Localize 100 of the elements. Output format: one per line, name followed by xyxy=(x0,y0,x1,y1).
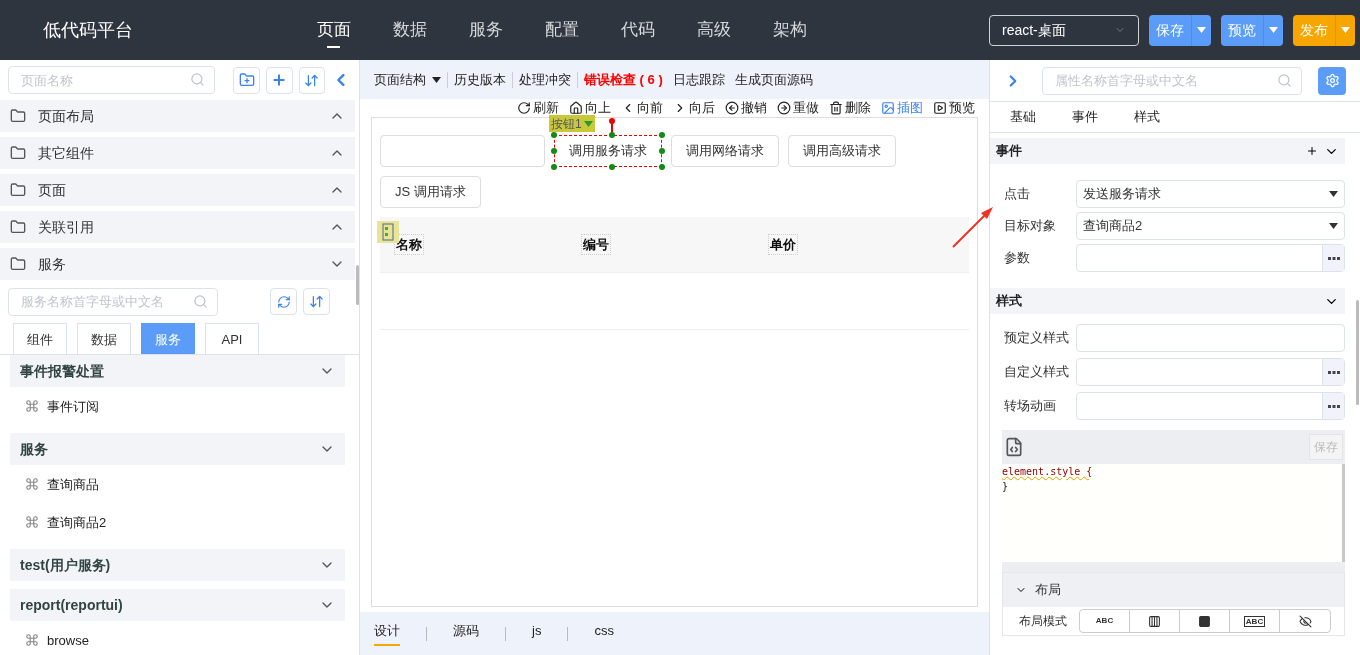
layout-option[interactable]: ABC xyxy=(1230,610,1280,632)
folder-row[interactable]: 页面布局 xyxy=(0,100,355,132)
add-folder-button[interactable] xyxy=(233,66,260,94)
component-badge[interactable]: 按钮1 xyxy=(549,115,595,132)
tool-button[interactable]: 向前 xyxy=(621,98,663,118)
settings-icon xyxy=(1324,73,1340,88)
panel-tab[interactable]: 数据 xyxy=(77,323,131,355)
ellipsis-icon xyxy=(1327,256,1340,260)
field-label: 自定义样式 xyxy=(1003,363,1070,382)
panel-tab[interactable]: 组件 xyxy=(13,323,67,355)
group-header[interactable]: test(用户服务) xyxy=(10,549,345,582)
group-title: report(reportui) xyxy=(20,595,124,615)
folder-row[interactable]: 服务 xyxy=(0,248,355,280)
editor-tab[interactable]: 设计 xyxy=(374,621,400,646)
nav-tab[interactable]: 高级 xyxy=(688,0,739,60)
resize-handle[interactable] xyxy=(659,132,665,138)
menu-item[interactable]: 日志跟踪 xyxy=(672,69,725,90)
tool-button[interactable]: 删除 xyxy=(829,98,871,118)
nav-tab[interactable]: 页面 xyxy=(308,0,359,60)
resize-handle[interactable] xyxy=(609,132,615,138)
folder-icon xyxy=(10,108,26,124)
property-tab[interactable]: 事件 xyxy=(1072,107,1098,127)
group-header[interactable]: report(reportui) xyxy=(10,589,345,622)
folder-plus-icon xyxy=(238,72,255,88)
select-field[interactable]: 查询商品2 xyxy=(1076,212,1345,240)
column-header: 单价 xyxy=(768,233,798,256)
service-item[interactable]: 查询商品 xyxy=(10,465,345,504)
sort-button[interactable] xyxy=(298,66,326,94)
layout-option[interactable]: ABC xyxy=(1080,610,1130,632)
platform-select[interactable]: react-桌面 xyxy=(989,14,1139,46)
add-button[interactable] xyxy=(265,66,293,94)
sort-icon xyxy=(309,294,324,310)
resize-handle[interactable] xyxy=(551,164,557,170)
text-input[interactable] xyxy=(380,135,545,167)
resize-handle[interactable] xyxy=(659,148,665,154)
menu-item[interactable]: 历史版本 xyxy=(454,69,506,90)
resize-handle[interactable] xyxy=(659,164,665,170)
service-item[interactable]: 事件订阅 xyxy=(10,387,345,426)
nav-tab[interactable]: 服务 xyxy=(460,0,511,60)
service-item[interactable]: browse xyxy=(10,621,345,655)
nav-tab[interactable]: 数据 xyxy=(384,0,435,60)
panel-tab[interactable]: API xyxy=(205,323,259,355)
tool-button[interactable]: 插图 xyxy=(881,98,923,118)
property-tab[interactable]: 基础 xyxy=(1010,107,1036,127)
scrollbar-thumb xyxy=(356,265,359,305)
nav-tab[interactable]: 代码 xyxy=(612,0,663,60)
group-title: test(用户服务) xyxy=(20,555,112,575)
tool-button[interactable]: 向后 xyxy=(673,98,715,118)
section-header[interactable]: 事件 xyxy=(990,138,1345,164)
menu-item[interactable]: 错误检查 ( 6 ) xyxy=(584,69,663,90)
group-header[interactable]: 服务 xyxy=(10,433,345,466)
property-tab[interactable]: 样式 xyxy=(1134,107,1160,127)
search-field[interactable]: 服务名称首字母或中文名 xyxy=(8,287,218,316)
folder-row[interactable]: 页面 xyxy=(0,174,355,206)
plus-icon xyxy=(1306,145,1318,157)
select-value: 查询商品2 xyxy=(1083,217,1144,236)
picker-field[interactable] xyxy=(1076,392,1345,420)
menu-item[interactable]: 页面结构 xyxy=(374,69,441,90)
menu-item[interactable]: 生成页面源码 xyxy=(734,69,813,90)
rotate-handle[interactable] xyxy=(609,118,615,134)
settings-button[interactable] xyxy=(1318,66,1346,95)
columns-icon xyxy=(1148,614,1161,628)
editor-tab[interactable]: 源码 xyxy=(453,621,479,646)
tool-button[interactable]: 撤销 xyxy=(725,98,767,118)
group-header[interactable]: 事件报警处置 xyxy=(10,355,345,388)
picker-field[interactable] xyxy=(1076,358,1345,386)
resize-handle[interactable] xyxy=(551,148,557,154)
tool-button[interactable]: 向上 xyxy=(569,98,611,118)
menu-item[interactable]: 处理冲突 xyxy=(519,69,571,90)
section-header[interactable]: 样式 xyxy=(990,288,1345,314)
caret-icon xyxy=(1197,27,1206,33)
group-title: 服务 xyxy=(20,439,49,459)
ellipsis-icon xyxy=(1327,404,1340,408)
eye-off-icon xyxy=(1298,614,1312,628)
resize-handle[interactable] xyxy=(609,164,615,170)
folder-row[interactable]: 关联引用 xyxy=(0,211,355,243)
resize-handle[interactable] xyxy=(551,132,557,138)
refresh-icon xyxy=(276,294,291,309)
nav-tab[interactable]: 配置 xyxy=(536,0,587,60)
search-field[interactable]: 页面名称 xyxy=(8,66,216,94)
request-button[interactable]: 调用高级请求 xyxy=(788,135,896,167)
editor-tab[interactable]: css xyxy=(594,621,614,646)
tool-button[interactable]: 刷新 xyxy=(517,98,559,118)
refresh-button[interactable] xyxy=(270,288,297,316)
editor-tab[interactable]: js xyxy=(532,621,542,646)
field-label: 目标对象 xyxy=(1003,217,1057,236)
request-button[interactable]: JS 调用请求 xyxy=(380,176,481,208)
tool-button[interactable]: 预览 xyxy=(933,98,975,118)
text-field[interactable] xyxy=(1076,324,1345,352)
picker-field[interactable] xyxy=(1076,244,1345,272)
request-button[interactable]: 调用网络请求 xyxy=(671,135,779,167)
select-field[interactable]: 发送服务请求 xyxy=(1076,180,1345,208)
sort-button[interactable] xyxy=(303,288,330,316)
caret-icon xyxy=(1329,223,1338,229)
service-item[interactable]: 查询商品2 xyxy=(10,503,345,542)
house-icon xyxy=(569,101,583,115)
nav-tab[interactable]: 架构 xyxy=(764,0,815,60)
folder-row[interactable]: 其它组件 xyxy=(0,137,355,169)
search-field[interactable]: 属性名称首字母或中文名 xyxy=(1042,66,1302,95)
tool-button[interactable]: 重做 xyxy=(777,98,819,118)
